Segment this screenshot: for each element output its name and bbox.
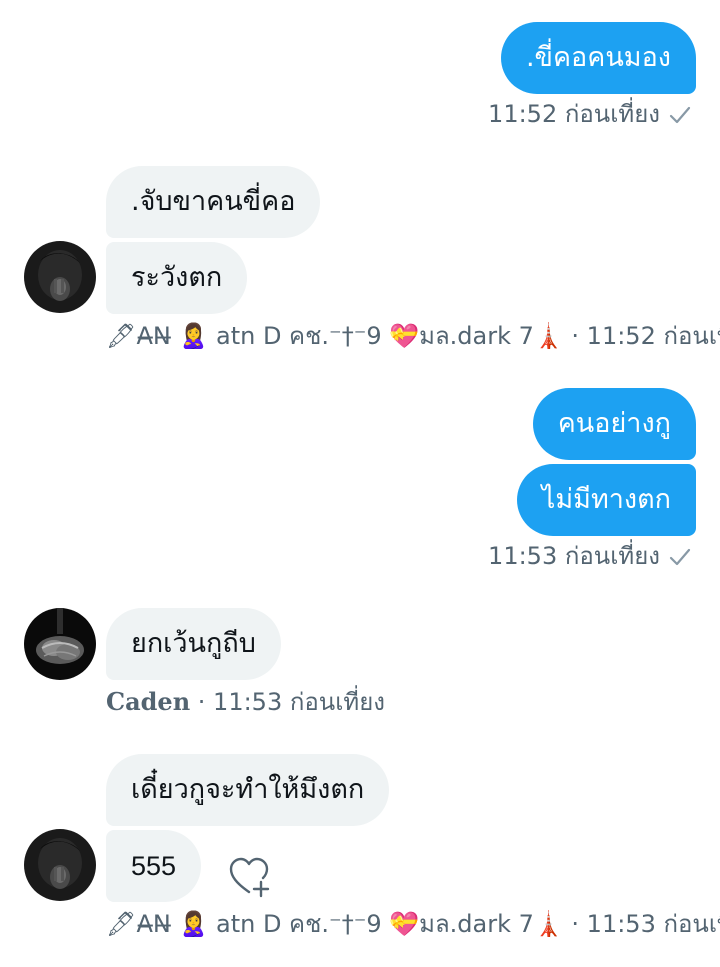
avatar[interactable] <box>24 241 96 313</box>
check-icon <box>669 106 691 124</box>
avatar-photo <box>24 829 96 901</box>
avatar[interactable] <box>24 829 96 901</box>
timestamp: 11:52 ก่อนเที่ยง <box>488 100 660 128</box>
sender-name[interactable]: Caden <box>106 687 190 716</box>
avatar[interactable] <box>24 608 96 680</box>
sender-and-time: 🖋A̶N̶ 🙎‍♀️ atn D คช.⁻†⁻9 💝มล.dark 7🗼 · 1… <box>106 910 720 938</box>
message-bubble-outgoing[interactable]: คนอย่างกู <box>532 388 696 460</box>
message-text: .ขี่คอคนมอง <box>525 42 671 73</box>
message-bubble-incoming[interactable]: ยกเว้นกูถีบ <box>106 608 281 680</box>
avatar-photo <box>24 608 96 680</box>
message-text: คนอย่างกู <box>557 408 671 439</box>
message-bubble-incoming[interactable]: ระวังตก <box>106 242 248 314</box>
message-bubble-incoming[interactable]: .จับขาคนขี่คอ <box>106 166 321 238</box>
message-text: ไม่มีทางตก <box>541 484 671 515</box>
timestamp: 11:53 ก่อนเที่ยง <box>488 542 660 570</box>
message-meta: Caden · 11:53 ก่อนเที่ยง <box>106 687 385 717</box>
avatar-photo <box>24 241 96 313</box>
message-bubble-incoming[interactable]: 555 <box>106 830 202 902</box>
message-text: ระวังตก <box>131 262 223 293</box>
message-text: 555 <box>131 851 177 881</box>
conversation: .ขี่คอคนมอง 11:52 ก่อนเที่ยง .จับขาคนขี่… <box>0 0 720 967</box>
message-meta: 11:53 ก่อนเที่ยง <box>488 541 692 571</box>
heart-plus-icon[interactable] <box>226 854 272 900</box>
message-meta: 🖋A̶N̶ 🙎‍♀️ atn D คช.⁻†⁻9 💝มล.dark 7🗼 · 1… <box>106 909 720 939</box>
message-text: เดี๋ยวกูจะทำให้มึงตก <box>131 774 365 805</box>
message-bubble-incoming[interactable]: เดี๋ยวกูจะทำให้มึงตก <box>106 754 390 826</box>
message-meta: 11:52 ก่อนเที่ยง <box>488 99 692 129</box>
sender-and-time: 🖋A̶N̶ 🙎‍♀️ atn D คช.⁻†⁻9 💝มล.dark 7🗼 · 1… <box>106 322 720 350</box>
message-text: ยกเว้นกูถีบ <box>131 628 256 659</box>
message-text: .จับขาคนขี่คอ <box>131 186 296 217</box>
message-bubble-outgoing[interactable]: ไม่มีทางตก <box>516 464 696 536</box>
message-bubble-outgoing[interactable]: .ขี่คอคนมอง <box>500 22 696 94</box>
timestamp: · 11:53 ก่อนเที่ยง <box>190 688 385 716</box>
message-meta: 🖋A̶N̶ 🙎‍♀️ atn D คช.⁻†⁻9 💝มล.dark 7🗼 · 1… <box>106 321 720 351</box>
check-icon <box>669 548 691 566</box>
